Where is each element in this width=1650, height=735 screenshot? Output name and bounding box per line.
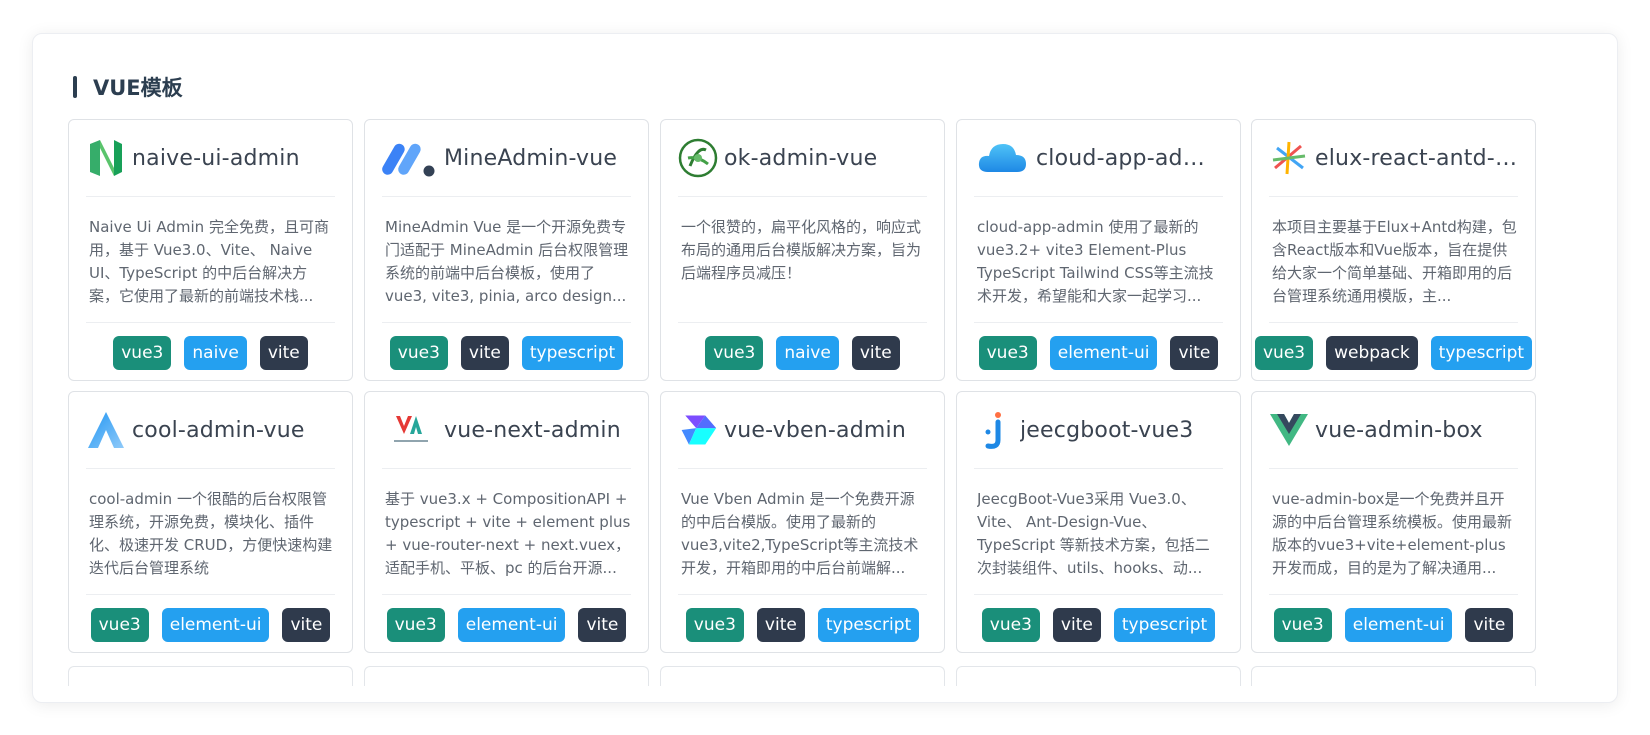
card-tags: vue3 element-ui vite [86, 594, 335, 654]
naive-ui-logo-icon [86, 138, 126, 178]
tag-vue3[interactable]: vue3 [389, 335, 448, 370]
tag-typescript[interactable]: typescript [1113, 607, 1216, 642]
template-card[interactable]: MineAdmin-vue MineAdmin Vue 是一个开源免费专门适配于 … [364, 119, 649, 381]
card-description: 本项目主要基于Elux+Antd构建，包含React版本和Vue版本，旨在提供给… [1272, 218, 1517, 305]
template-card[interactable]: vue-admin-box vue-admin-box是一个免费并且开源的中后台管… [1251, 391, 1536, 653]
card-title[interactable]: jeecgboot-vue3 [1020, 418, 1193, 443]
tag-typescript[interactable]: typescript [817, 607, 920, 642]
card-header: MineAdmin-vue [382, 120, 631, 197]
tag-vite[interactable]: vite [578, 607, 627, 642]
vben-logo-icon [678, 410, 718, 450]
card-header: naive-ui-admin [86, 120, 335, 197]
card-tags: vue3 element-ui vite [974, 322, 1223, 382]
card-description: cool-admin 一个很酷的后台权限管理系统，开源免费，模块化、插件化、极速… [89, 490, 333, 577]
template-card[interactable]: jeecgboot-vue3 JeecgBoot-Vue3采用 Vue3.0、Vi… [956, 391, 1241, 653]
card-title[interactable]: vue-admin-box [1315, 418, 1483, 443]
ok-admin-logo-icon [678, 138, 718, 178]
card-title[interactable]: ok-admin-vue [724, 146, 877, 171]
tag-typescript[interactable]: typescript [1430, 335, 1533, 370]
template-card[interactable]: elux-react-antd-admin 本项目主要基于Elux+Antd构建，… [1251, 119, 1536, 381]
template-card[interactable]: naive-ui-admin Naive Ui Admin 完全免费，且可商用，基… [68, 119, 353, 381]
template-card[interactable]: vue-vben-admin Vue Vben Admin 是一个免费开源的中后台… [660, 391, 945, 653]
heading-accent-bar [73, 76, 77, 98]
card-description: Naive Ui Admin 完全免费，且可商用，基于 Vue3.0、Vite、… [89, 218, 329, 305]
template-card[interactable]: ok-admin-vue 一个很赞的，扁平化风格的，响应式布局的通用后台模版解决方… [660, 119, 945, 381]
tag-vite[interactable]: vite [1052, 607, 1101, 642]
card-partial[interactable] [660, 666, 945, 686]
card-header: cloud-app-admin [974, 120, 1223, 197]
tag-vue3[interactable]: vue3 [685, 607, 744, 642]
template-card[interactable]: cool-admin-vue cool-admin 一个很酷的后台权限管理系统，开… [68, 391, 353, 653]
card-title[interactable]: naive-ui-admin [132, 146, 300, 171]
section-heading: VUE模板 [73, 72, 183, 102]
card-tags: vue3 webpack typescript [1254, 322, 1533, 382]
tag-vite[interactable]: vite [756, 607, 805, 642]
tag-vite[interactable]: vite [1465, 607, 1514, 642]
cloud-logo-icon [974, 138, 1030, 178]
tag-element-ui[interactable]: element-ui [1049, 335, 1158, 370]
tag-element-ui[interactable]: element-ui [1344, 607, 1453, 642]
card-tags: vue3 element-ui vite [1269, 594, 1518, 654]
tag-vue3[interactable]: vue3 [1254, 335, 1314, 370]
vue-logo-icon [1269, 410, 1309, 450]
tag-vue3[interactable]: vue3 [386, 607, 445, 642]
card-tags: vue3 vite typescript [382, 322, 631, 382]
tag-vue3[interactable]: vue3 [1273, 607, 1332, 642]
tag-element-ui[interactable]: element-ui [161, 607, 270, 642]
card-partial[interactable] [956, 666, 1241, 686]
card-tags: vue3 naive vite [86, 322, 335, 382]
jeecg-logo-icon [974, 410, 1014, 450]
card-title[interactable]: cloud-app-admin [1036, 146, 1223, 171]
section-title: VUE模板 [93, 76, 183, 100]
card-description: cloud-app-admin 使用了最新的vue3.2+ vite3 Elem… [977, 218, 1214, 305]
card-header: jeecgboot-vue3 [974, 392, 1223, 469]
tag-naive[interactable]: naive [184, 335, 247, 370]
card-header: vue-next-admin [382, 392, 631, 469]
card-tags: vue3 element-ui vite [382, 594, 631, 654]
template-card[interactable]: vue-next-admin 基于 vue3.x + CompositionAPI… [364, 391, 649, 653]
card-header: elux-react-antd-admin [1269, 120, 1518, 197]
card-header: vue-vben-admin [678, 392, 927, 469]
tag-typescript[interactable]: typescript [521, 335, 624, 370]
card-tags: vue3 naive vite [678, 322, 927, 382]
card-title[interactable]: MineAdmin-vue [444, 146, 617, 171]
card-partial[interactable] [68, 666, 353, 686]
card-description: 基于 vue3.x + CompositionAPI + typescript … [385, 490, 631, 577]
card-title[interactable]: vue-next-admin [444, 418, 621, 443]
tag-vue3[interactable]: vue3 [90, 607, 149, 642]
card-tags: vue3 vite typescript [678, 594, 927, 654]
tag-vue3[interactable]: vue3 [981, 607, 1040, 642]
card-header: cool-admin-vue [86, 392, 335, 469]
tag-vite[interactable]: vite [460, 335, 509, 370]
card-description: JeecgBoot-Vue3采用 Vue3.0、Vite、 Ant-Design… [977, 490, 1210, 577]
tag-webpack[interactable]: webpack [1326, 335, 1418, 370]
tag-vite[interactable]: vite [1170, 335, 1219, 370]
tag-vue3[interactable]: vue3 [113, 335, 172, 370]
card-description: vue-admin-box是一个免费并且开源的中后台管理系统模板。使用最新版本的… [1272, 490, 1513, 577]
elux-logo-icon [1269, 138, 1309, 178]
card-title[interactable]: vue-vben-admin [724, 418, 906, 443]
card-title[interactable]: cool-admin-vue [132, 418, 305, 443]
card-description: 一个很赞的，扁平化风格的，响应式布局的通用后台模版解决方案，旨为后端程序员减压！ [681, 218, 922, 282]
card-partial[interactable] [1251, 666, 1536, 686]
card-header: ok-admin-vue [678, 120, 927, 197]
card-description: MineAdmin Vue 是一个开源免费专门适配于 MineAdmin 后台权… [385, 218, 629, 305]
card-partial[interactable] [364, 666, 649, 686]
card-header: vue-admin-box [1269, 392, 1518, 469]
card-description: Vue Vben Admin 是一个免费开源的中后台模版。使用了最新的vue3,… [681, 490, 919, 577]
tag-vite[interactable]: vite [851, 335, 900, 370]
cool-admin-logo-icon [86, 410, 126, 450]
tag-naive[interactable]: naive [776, 335, 839, 370]
card-title[interactable]: elux-react-antd-admin [1315, 146, 1518, 171]
tag-vue3[interactable]: vue3 [978, 335, 1037, 370]
mineadmin-logo-icon [382, 138, 438, 178]
template-card[interactable]: cloud-app-admin cloud-app-admin 使用了最新的vue… [956, 119, 1241, 381]
tag-element-ui[interactable]: element-ui [457, 607, 566, 642]
vue-next-admin-logo-icon [382, 410, 438, 450]
tag-vue3[interactable]: vue3 [705, 335, 764, 370]
tag-vite[interactable]: vite [259, 335, 308, 370]
tag-vite[interactable]: vite [282, 607, 331, 642]
card-tags: vue3 vite typescript [974, 594, 1223, 654]
